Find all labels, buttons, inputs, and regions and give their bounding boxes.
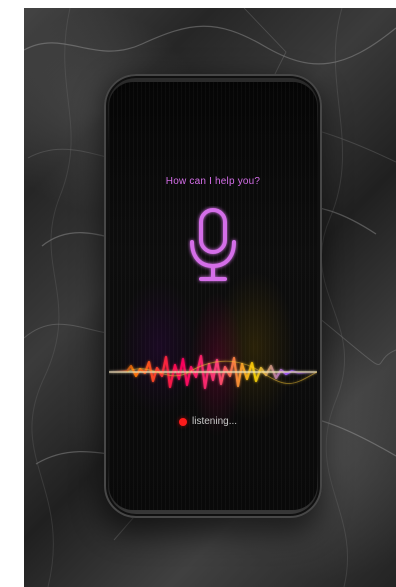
voice-waveform [109,354,317,390]
assistant-prompt: How can I help you? [165,176,261,187]
voice-assistant-photo: How can I help you? listening... [24,8,396,587]
listening-status: listening... [179,416,237,427]
image-frame: How can I help you? listening... [0,0,396,587]
status-text: listening... [192,416,238,427]
record-dot-icon [179,417,187,426]
phone-screen: How can I help you? listening... [109,82,317,510]
smartphone: How can I help you? listening... [104,74,322,518]
microphone-icon [190,208,236,281]
